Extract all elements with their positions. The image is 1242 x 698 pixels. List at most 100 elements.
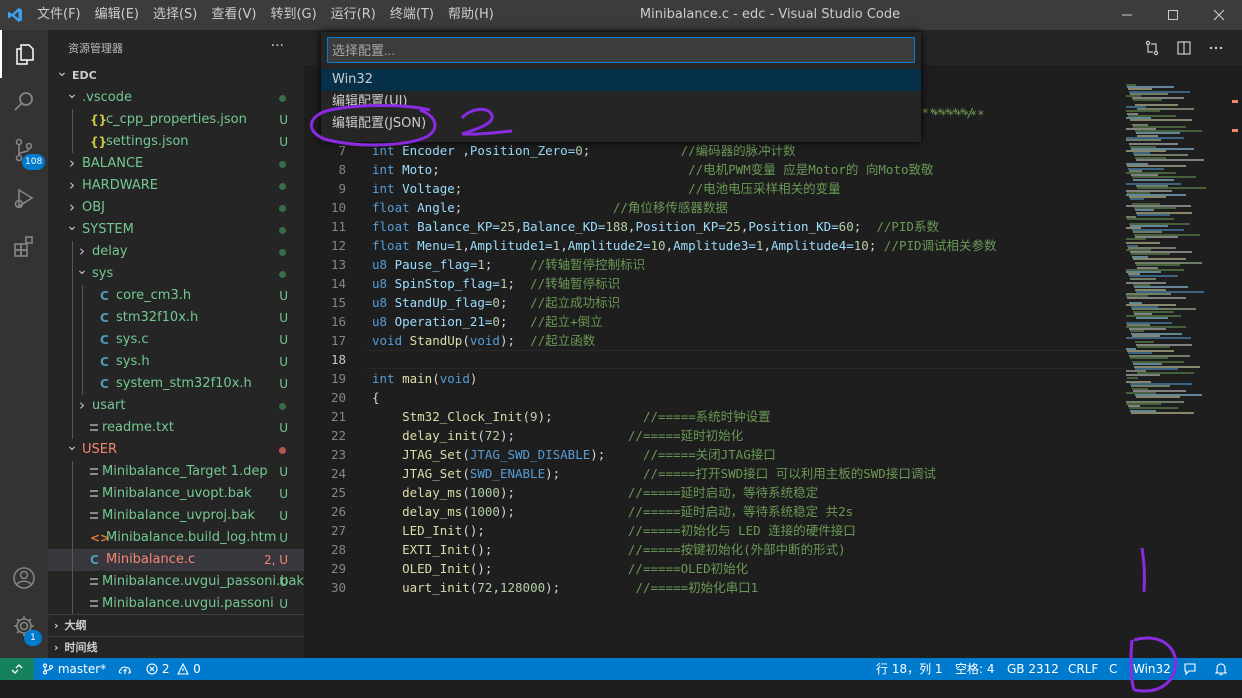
- code-token: ();: [469, 542, 628, 557]
- quick-pick-input[interactable]: [327, 37, 915, 63]
- folder-item[interactable]: › delay: [48, 241, 304, 263]
- code-line[interactable]: float Balance_KP=25,Balance_KD=188,Posit…: [372, 217, 939, 236]
- code-line[interactable]: Stm32_Clock_Init(9); //=====系统时钟设置: [372, 407, 771, 426]
- folder-item[interactable]: › HARDWARE: [48, 175, 304, 197]
- folder-item[interactable]: ⌄ sys: [48, 263, 304, 285]
- code-line[interactable]: LED_Init(); //=====初始化与 LED 连接的硬件接口: [372, 521, 856, 540]
- remote-icon: [11, 664, 23, 674]
- c-cpp-configuration[interactable]: Win32: [1133, 658, 1171, 680]
- quick-pick-item-edit-json[interactable]: 编辑配置(JSON): [321, 113, 921, 135]
- quick-pick-item-edit-ui[interactable]: 编辑配置(UI): [321, 91, 921, 113]
- file-item[interactable]: Cstm32f10x.h U: [48, 307, 304, 329]
- code-line[interactable]: u8 StandUp_flag=0; //起立成功标识: [372, 293, 620, 312]
- code-line[interactable]: void StandUp(void); //起立函数: [372, 331, 595, 350]
- file-item[interactable]: Minibalance_uvproj.bak U: [48, 505, 304, 527]
- code-line[interactable]: uart_init(72,128000); //=====初始化串口1: [372, 578, 758, 597]
- encoding[interactable]: GB 2312: [1007, 658, 1059, 680]
- end-of-line[interactable]: CRLF: [1068, 658, 1098, 680]
- menu-help[interactable]: 帮助(H): [441, 0, 501, 30]
- code-token: JTAG_Set: [372, 466, 463, 481]
- file-item[interactable]: Csystem_stm32f10x.h U: [48, 373, 304, 395]
- folder-item[interactable]: › usart: [48, 395, 304, 417]
- split-editor-icon[interactable]: [1168, 30, 1200, 65]
- folder-item[interactable]: ⌄ EDC: [48, 65, 304, 87]
- indent-guide: [72, 483, 73, 505]
- menu-edit[interactable]: 编辑(E): [88, 0, 146, 30]
- menu-terminal[interactable]: 终端(T): [383, 0, 441, 30]
- code-line[interactable]: {: [372, 388, 380, 407]
- indentation[interactable]: 空格: 4: [955, 658, 995, 680]
- language-mode[interactable]: C: [1109, 658, 1117, 680]
- code-line[interactable]: int Voltage; //电池电压采样相关的变量: [372, 179, 841, 198]
- minimap[interactable]: [1126, 84, 1226, 414]
- extensions-icon[interactable]: [0, 222, 48, 270]
- git-status-dot: [279, 95, 286, 102]
- file-item[interactable]: {} settings.json U: [48, 131, 304, 153]
- notifications-bell-icon[interactable]: [1214, 658, 1228, 680]
- code-line[interactable]: EXTI_Init(); //=====按键初始化(外部中断的形式): [372, 540, 846, 559]
- minimize-button[interactable]: [1104, 0, 1150, 30]
- code-line[interactable]: JTAG_Set(SWD_ENABLE); //=====打开SWD接口 可以利…: [372, 464, 936, 483]
- problems-status[interactable]: 2 0: [146, 658, 201, 680]
- file-item[interactable]: {} c_cpp_properties.json U: [48, 109, 304, 131]
- settings-gear-icon[interactable]: 1: [0, 602, 48, 650]
- more-actions-icon[interactable]: [1200, 30, 1232, 65]
- code-token: ;: [499, 314, 531, 329]
- quick-pick-item-win32[interactable]: Win32: [321, 69, 921, 91]
- vertical-scrollbar[interactable]: [1228, 65, 1242, 658]
- timeline-section[interactable]: › 时间线: [48, 636, 304, 658]
- run-debug-icon[interactable]: [0, 174, 48, 222]
- file-item[interactable]: C Minibalance.c 2, U: [48, 549, 304, 571]
- code-token: //=====按键初始化(外部中断的形式): [627, 542, 846, 557]
- menu-view[interactable]: 查看(V): [204, 0, 263, 30]
- menu-selection[interactable]: 选择(S): [146, 0, 204, 30]
- code-line[interactable]: u8 SpinStop_flag=1; //转轴暂停标识: [372, 274, 620, 293]
- code-line[interactable]: delay_ms(1000); //=====延时启动，等待系统稳定: [372, 483, 818, 502]
- file-item[interactable]: Ccore_cm3.h U: [48, 285, 304, 307]
- file-item[interactable]: Csys.c U: [48, 329, 304, 351]
- close-button[interactable]: [1196, 0, 1242, 30]
- feedback-icon[interactable]: [1183, 658, 1197, 680]
- cursor-position[interactable]: 行 18，列 1: [876, 658, 943, 680]
- code-line[interactable]: int main(void): [372, 369, 477, 388]
- search-icon[interactable]: [0, 78, 48, 126]
- explorer-more-button[interactable]: ···: [271, 30, 284, 62]
- file-item[interactable]: Csys.h U: [48, 351, 304, 373]
- menu-go[interactable]: 转到(G): [263, 0, 323, 30]
- account-icon[interactable]: [0, 554, 48, 602]
- folder-item[interactable]: ⌄ USER: [48, 439, 304, 461]
- source-control-icon[interactable]: 108: [0, 126, 48, 174]
- sync-status[interactable]: [118, 658, 132, 680]
- code-line[interactable]: delay_ms(1000); //=====延时启动，等待系统稳定 共2s: [372, 502, 853, 521]
- file-item[interactable]: Minibalance_uvopt.bak U: [48, 483, 304, 505]
- code-line[interactable]: delay_init(72); //=====延时初始化: [372, 426, 743, 445]
- code-line[interactable]: float Angle; //角位移传感器数据: [372, 198, 728, 217]
- menu-run[interactable]: 运行(R): [324, 0, 383, 30]
- folder-item[interactable]: › BALANCE: [48, 153, 304, 175]
- code-line[interactable]: u8 Operation_21=0; //起立+倒立: [372, 312, 603, 331]
- folder-item[interactable]: ⌄ .vscode: [48, 87, 304, 109]
- compare-changes-icon[interactable]: [1136, 30, 1168, 65]
- branch-status[interactable]: master*: [42, 658, 106, 680]
- remote-indicator[interactable]: [0, 658, 34, 680]
- code-line[interactable]: int Encoder ,Position_Zero=0; //编码器的脉冲计数: [372, 141, 796, 160]
- file-item[interactable]: Minibalance_Target 1.dep U: [48, 461, 304, 483]
- folder-item[interactable]: › OBJ: [48, 197, 304, 219]
- code-line[interactable]: int Moto; //电机PWM变量 应是Motor的 向Moto致敬: [372, 160, 934, 179]
- menu-file[interactable]: 文件(F): [30, 0, 88, 30]
- item-label: OBJ: [82, 200, 105, 215]
- maximize-button[interactable]: [1150, 0, 1196, 30]
- code-line[interactable]: u8 Pause_flag=1; //转轴暂停控制标识: [372, 255, 645, 274]
- code-line[interactable]: JTAG_Set(JTAG_SWD_DISABLE); //=====关闭JTA…: [372, 445, 776, 464]
- code-token: //PID调试相关参数: [883, 238, 997, 253]
- code-line[interactable]: OLED_Init(); //=====OLED初始化: [372, 559, 748, 578]
- folder-item[interactable]: ⌄ SYSTEM: [48, 219, 304, 241]
- files-icon[interactable]: [0, 30, 48, 78]
- code-line[interactable]: float Menu=1,Amplitude1=1,Amplitude2=10,…: [372, 236, 997, 255]
- file-item[interactable]: readme.txt U: [48, 417, 304, 439]
- file-item[interactable]: <> Minibalance.build_log.htm U: [48, 527, 304, 549]
- outline-section[interactable]: › 大纲: [48, 614, 304, 636]
- file-icon: [90, 605, 98, 607]
- file-item[interactable]: Minibalance.uvgui.passoni U: [48, 593, 304, 615]
- file-item[interactable]: Minibalance.uvgui_passoni.bak U: [48, 571, 304, 593]
